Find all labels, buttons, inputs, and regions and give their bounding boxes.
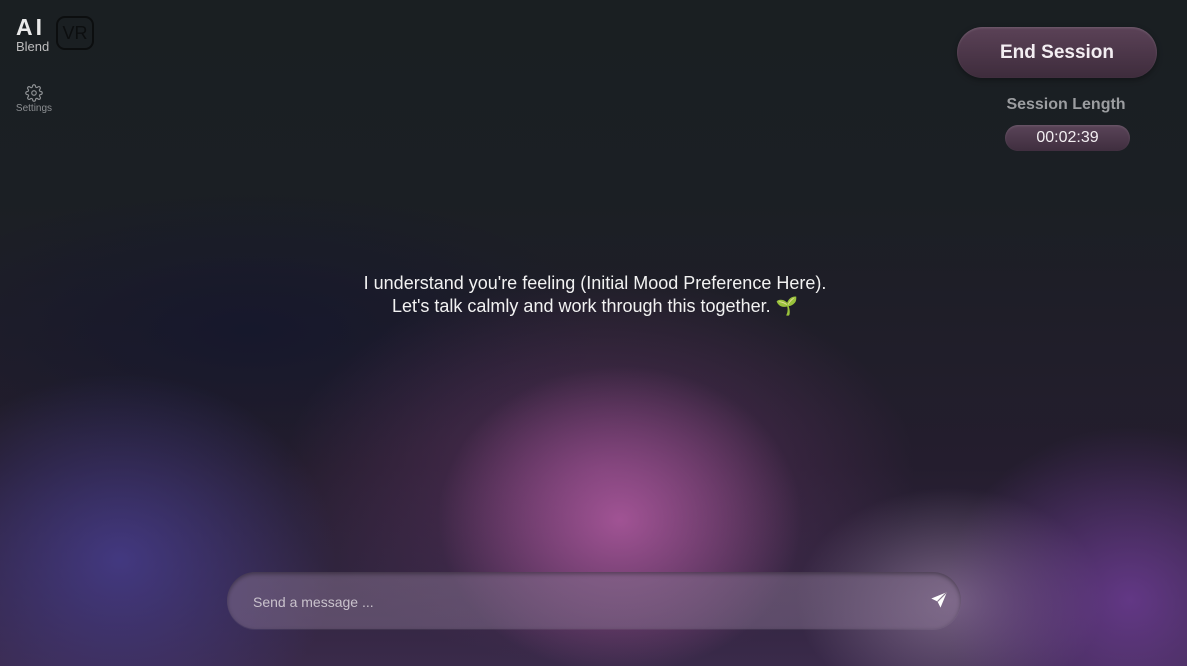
logo-ai-text: AI xyxy=(16,14,45,40)
logo-blend-text: Blend xyxy=(16,39,50,54)
sprout-icon: 🌱 xyxy=(775,296,799,316)
send-button[interactable] xyxy=(927,589,951,613)
message-composer xyxy=(227,572,961,629)
send-icon xyxy=(929,591,949,613)
logo-vr-badge: VR xyxy=(56,16,94,50)
settings-button[interactable]: Settings xyxy=(10,84,58,114)
assistant-message-line2-wrap: Let's talk calmly and work through this … xyxy=(300,295,890,318)
session-length-label: Session Length xyxy=(1006,96,1126,113)
gear-icon xyxy=(10,84,58,102)
settings-label: Settings xyxy=(15,103,53,114)
end-session-button[interactable]: End Session xyxy=(957,27,1157,78)
session-timer: 00:02:39 xyxy=(1005,125,1130,151)
assistant-message-line1: I understand you're feeling (Initial Moo… xyxy=(363,273,827,293)
message-input[interactable] xyxy=(251,590,895,614)
app-logo: AI Blend VR xyxy=(14,14,98,54)
assistant-message: I understand you're feeling (Initial Moo… xyxy=(300,272,890,318)
assistant-message-line2: Let's talk calmly and work through this … xyxy=(391,296,771,316)
